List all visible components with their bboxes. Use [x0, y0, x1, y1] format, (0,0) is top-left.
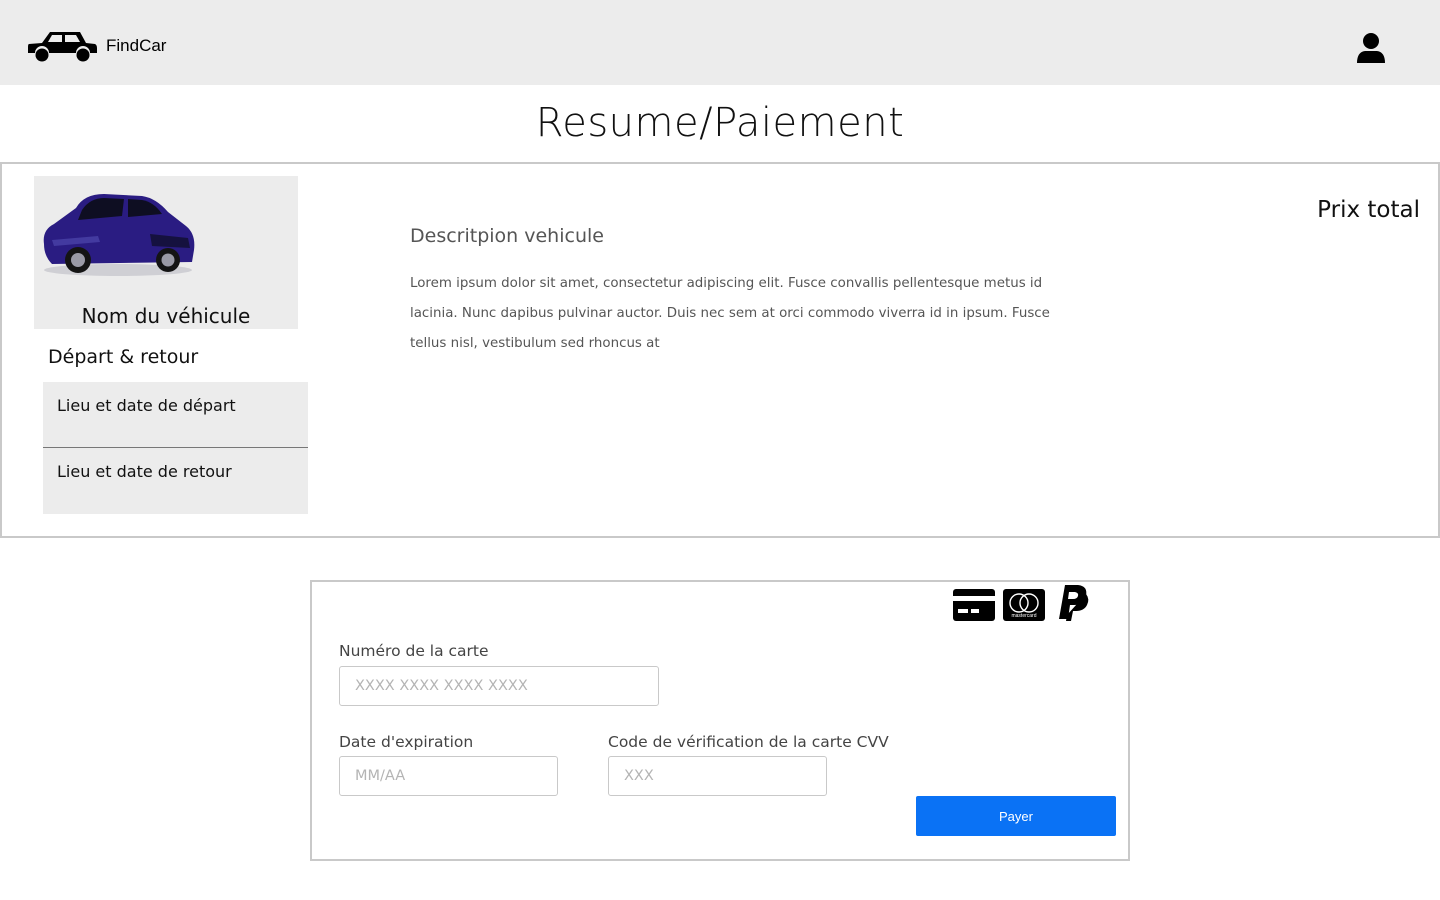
card-number-label: Numéro de la carte	[339, 642, 489, 660]
top-nav-bar: FindCar	[0, 0, 1440, 85]
mastercard-label: mastercard	[1011, 613, 1036, 619]
cvv-input[interactable]	[608, 756, 827, 796]
payment-form: mastercard Numéro de la carte Date d'exp…	[310, 580, 1130, 861]
depart-retour-title: Départ & retour	[48, 346, 199, 368]
booking-summary: Nom du véhicule Départ & retour Lieu et …	[0, 162, 1440, 538]
vehicle-name: Nom du véhicule	[81, 304, 251, 328]
brand-name: FindCar	[106, 36, 167, 55]
depart-location-date: Lieu et date de départ	[43, 382, 308, 448]
vehicle-image	[43, 194, 195, 276]
page-title: Resume/Paiement	[535, 100, 905, 146]
card-number-input[interactable]	[339, 666, 659, 706]
mastercard-icon[interactable]: mastercard	[1003, 585, 1045, 621]
cvv-label: Code de vérification de la carte CVV	[608, 733, 889, 751]
pay-button[interactable]: Payer	[916, 796, 1116, 836]
description-text: Lorem ipsum dolor sit amet, consectetur …	[410, 276, 1050, 351]
app-logo[interactable]: FindCar	[26, 28, 166, 64]
retour-location-date: Lieu et date de retour	[43, 448, 308, 514]
total-price-label: Prix total	[1317, 197, 1420, 223]
expiry-label: Date d'expiration	[339, 733, 474, 751]
description-title: Descritpion vehicule	[410, 225, 604, 247]
user-icon[interactable]	[1354, 30, 1388, 64]
expiry-input[interactable]	[339, 756, 558, 796]
car-icon	[28, 32, 97, 62]
vehicle-card: Nom du véhicule	[34, 176, 298, 329]
credit-card-icon[interactable]	[953, 585, 995, 621]
paypal-icon[interactable]	[1056, 585, 1090, 621]
